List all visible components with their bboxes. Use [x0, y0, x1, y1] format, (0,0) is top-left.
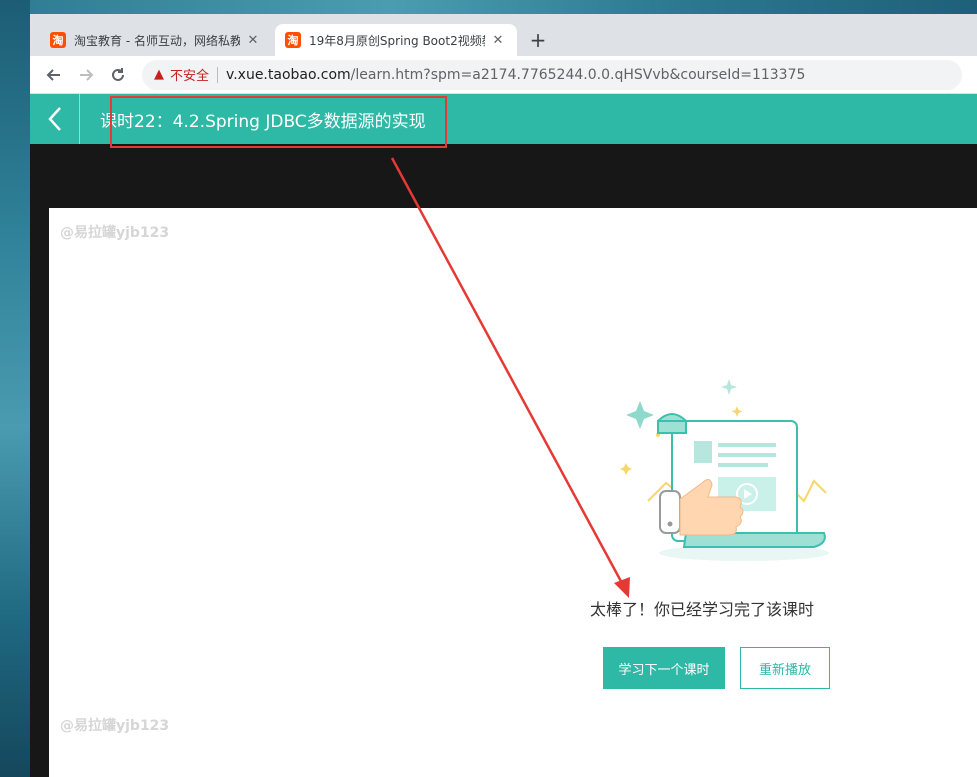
browser-toolbar: ▲ 不安全 v.xue.taobao.com/learn.htm?spm=a21… — [30, 56, 977, 94]
address-bar[interactable]: ▲ 不安全 v.xue.taobao.com/learn.htm?spm=a21… — [142, 59, 962, 90]
tab-title: 淘宝教育 - 名师互动，网络私教、 — [74, 33, 240, 48]
lesson-back-button[interactable] — [30, 94, 80, 144]
browser-window: 淘 淘宝教育 - 名师互动，网络私教、 ✕ 淘 19年8月原创Spring Bo… — [30, 14, 977, 777]
forward-button[interactable] — [72, 61, 100, 89]
replay-button[interactable]: 重新播放 — [740, 647, 830, 689]
lesson-header: 课时22：4.2.Spring JDBC多数据源的实现 — [30, 94, 977, 148]
annotation-highlight-box — [110, 96, 447, 148]
taobao-favicon-icon: 淘 — [285, 32, 301, 48]
url-host: v.xue.taobao.com — [226, 66, 351, 83]
arrow-right-icon — [80, 68, 94, 81]
desktop-background-left — [0, 0, 30, 777]
arrow-left-icon — [46, 68, 60, 81]
url-path: /learn.htm?spm=a2174.7765244.0.0.qHSVvb&… — [350, 66, 806, 83]
video-player-area: @易拉罐yjb123 @易拉罐yjb123 太棒了！你已经学习完了该课时 学习下… — [49, 208, 977, 777]
tab-taobao-education[interactable]: 淘 淘宝教育 - 名师互动，网络私教、 ✕ — [40, 24, 272, 56]
reload-button[interactable] — [104, 61, 132, 89]
tab-title: 19年8月原创Spring Boot2视频教 — [309, 33, 485, 48]
close-icon[interactable]: ✕ — [489, 33, 507, 48]
watermark: @易拉罐yjb123 — [60, 718, 170, 734]
lesson-complete-message: 太棒了！你已经学习完了该课时 — [590, 600, 815, 619]
taobao-favicon-icon: 淘 — [50, 32, 66, 48]
warning-icon: ▲ — [154, 67, 164, 82]
chevron-left-icon — [47, 107, 61, 131]
back-button[interactable] — [40, 61, 68, 89]
divider — [217, 66, 219, 83]
tab-strip: 淘 淘宝教育 - 名师互动，网络私教、 ✕ 淘 19年8月原创Spring Bo… — [30, 14, 977, 56]
insecure-label: 不安全 — [170, 69, 210, 84]
close-icon[interactable]: ✕ — [244, 33, 262, 48]
course-page: 课时22：4.2.Spring JDBC多数据源的实现 @易拉罐yjb123 @… — [30, 94, 977, 777]
reload-icon — [112, 67, 124, 81]
new-tab-button[interactable]: + — [526, 28, 550, 52]
tab-spring-boot-course[interactable]: 淘 19年8月原创Spring Boot2视频教 ✕ — [275, 24, 517, 56]
next-lesson-button[interactable]: 学习下一个课时 — [603, 647, 725, 689]
desktop-background-top — [0, 0, 977, 14]
thumbs-up-certificate-illustration — [620, 379, 829, 561]
watermark: @易拉罐yjb123 — [60, 225, 170, 241]
